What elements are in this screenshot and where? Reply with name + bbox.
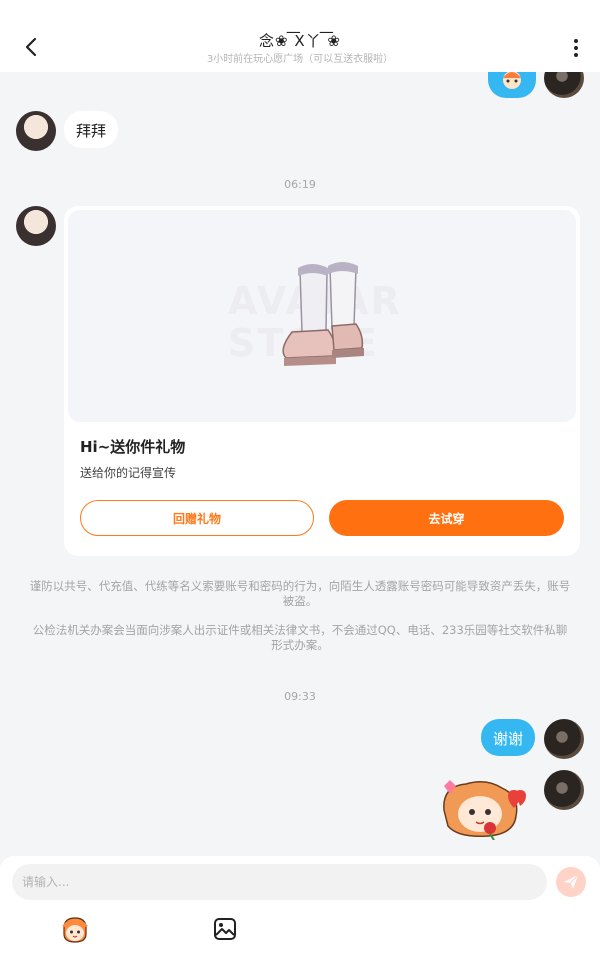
timestamp: 06:19 xyxy=(284,178,316,191)
input-bar xyxy=(0,856,600,960)
sticker-girl-rose-icon xyxy=(443,780,526,841)
security-notice-1: 谨防以共号、代充值、代练等名义索要账号和密码的行为，向陌生人透露账号密码可能导致… xyxy=(29,579,571,608)
more-vertical-icon-dot xyxy=(574,46,578,50)
send-button[interactable] xyxy=(556,867,586,897)
timestamp: 09:33 xyxy=(284,690,316,703)
image-button[interactable] xyxy=(213,917,237,941)
boots-icon xyxy=(282,262,364,366)
more-vertical-icon xyxy=(574,39,578,43)
received-message-bubble: 拜拜 xyxy=(64,111,119,148)
contact-name: 念❀ ͞X丫 ͞❀ xyxy=(259,32,341,50)
more-options-button[interactable] xyxy=(566,36,586,60)
image-icon xyxy=(214,918,236,940)
emoji-button[interactable] xyxy=(60,916,90,944)
message-input[interactable] xyxy=(12,864,547,900)
gift-description: 送给你的记得宣传 xyxy=(80,466,177,480)
my-avatar[interactable] xyxy=(544,770,584,810)
gift-card[interactable]: AVATAR STORE Hi~送你件礼物 送给你的记得宣传 回赠礼物 去试穿 xyxy=(64,206,580,556)
contact-avatar[interactable] xyxy=(16,206,56,246)
more-vertical-icon-dot xyxy=(574,53,578,57)
try-on-button[interactable]: 去试穿 xyxy=(329,500,564,536)
contact-avatar[interactable] xyxy=(16,111,56,151)
message-text: 谢谢 xyxy=(493,730,524,748)
my-avatar[interactable] xyxy=(544,719,584,759)
gift-title: Hi~送你件礼物 xyxy=(80,438,186,456)
sent-sticker[interactable] xyxy=(436,776,530,841)
contact-status: 3小时前在玩心愿广场（可以互送衣服啦） xyxy=(206,54,394,65)
send-icon xyxy=(564,874,579,889)
return-gift-button[interactable]: 回赠礼物 xyxy=(80,500,314,536)
emoji-icon xyxy=(62,917,88,943)
security-notice-2: 公检法机关办案会当面向涉案人出示证件或相关法律文书，不会通过QQ、电话、233乐… xyxy=(32,623,568,652)
message-text: 拜拜 xyxy=(76,122,107,140)
gift-preview: AVATAR STORE xyxy=(68,210,576,422)
sent-message-bubble: 谢谢 xyxy=(481,719,536,756)
chat-header: 念❀ ͞X丫 ͞❀ 3小时前在玩心愿广场（可以互送衣服啦） xyxy=(0,0,600,72)
